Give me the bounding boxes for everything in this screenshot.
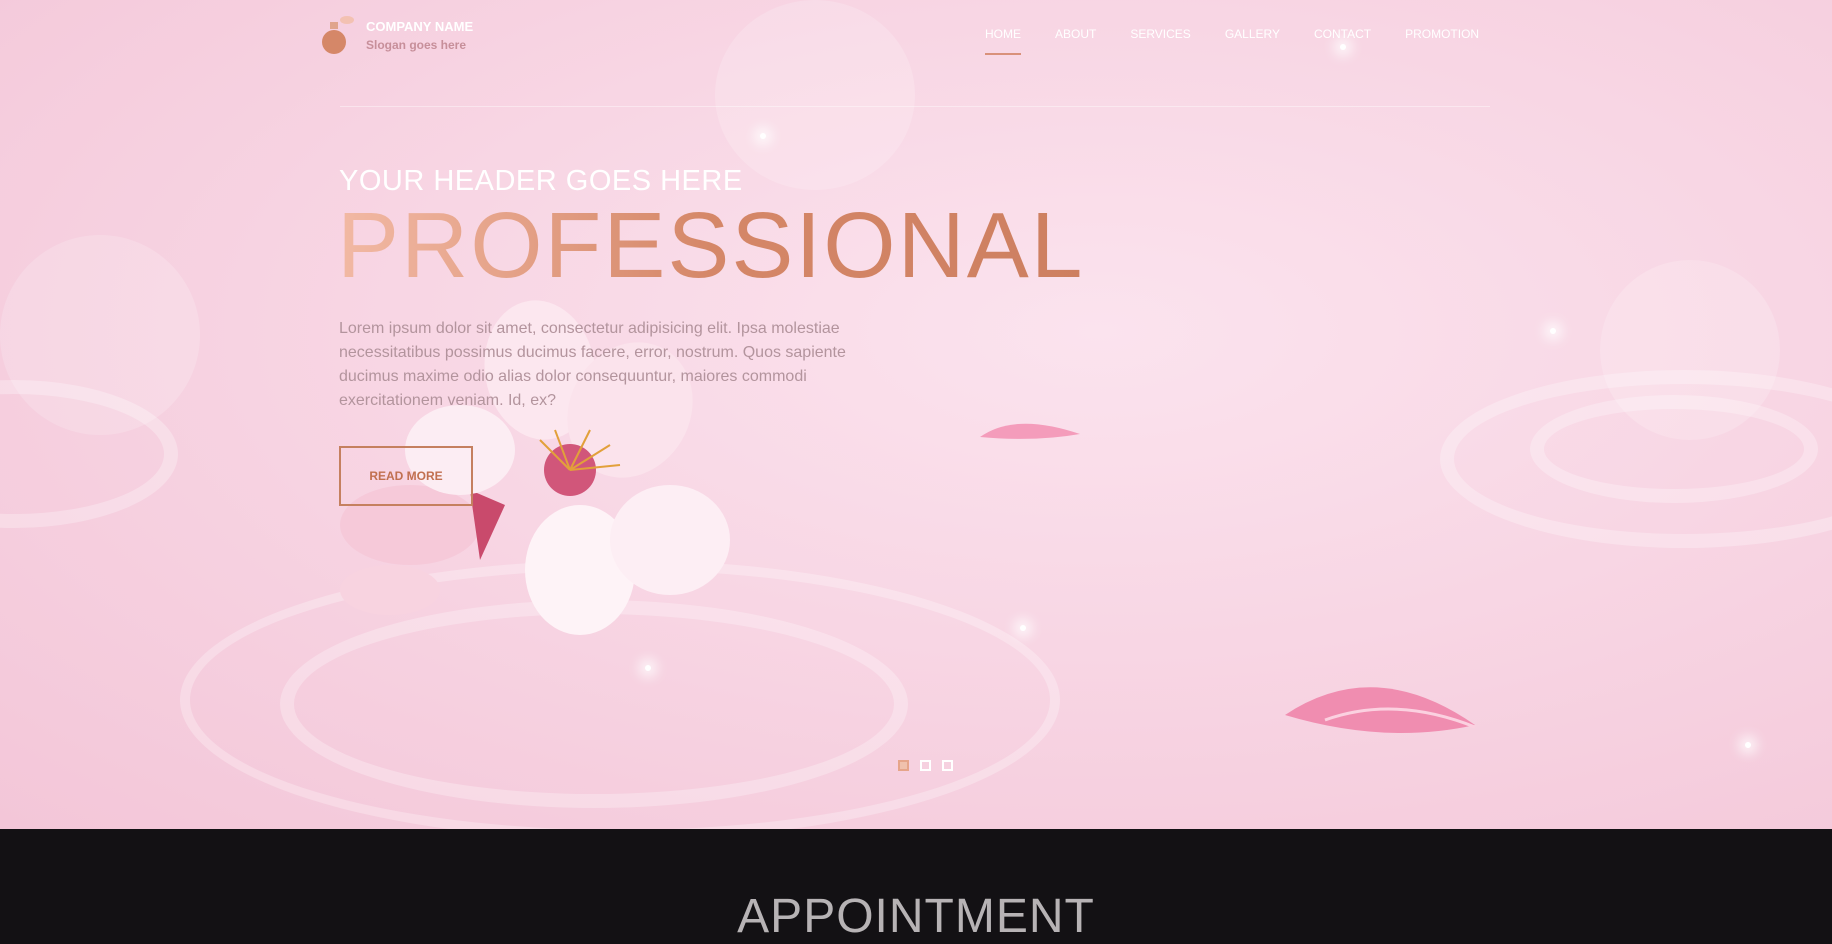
hero-body-text: Lorem ipsum dolor sit amet, consectetur …: [339, 320, 846, 409]
appointment-section: APPOINTMENT: [0, 829, 1832, 943]
nav-promotion[interactable]: PROMOTION: [1405, 27, 1479, 55]
slide-dot-3[interactable]: [942, 760, 953, 771]
appointment-heading: APPOINTMENT: [737, 890, 1095, 943]
nav-gallery[interactable]: GALLERY: [1225, 27, 1280, 55]
floating-petal: [1285, 687, 1476, 733]
bokeh-light: [1600, 260, 1780, 440]
sparkle: [760, 133, 766, 139]
floating-petal: [980, 423, 1080, 439]
header-divider: [340, 106, 1490, 107]
sparkle: [1020, 625, 1026, 631]
bokeh-light: [0, 235, 200, 435]
company-name: COMPANY NAME: [366, 18, 474, 34]
read-more-button[interactable]: READ MORE: [339, 446, 473, 506]
sparkle: [1550, 328, 1556, 334]
hero-title: PROFESSIONAL: [337, 193, 1085, 297]
nav-contact[interactable]: CONTACT: [1314, 27, 1371, 55]
nav-home[interactable]: HOME: [985, 27, 1021, 55]
perfume-bottle-icon: [322, 16, 354, 54]
slider-pagination: [898, 760, 964, 771]
brand-logo[interactable]: COMPANY NAME Slogan goes here: [322, 14, 473, 56]
company-slogan: Slogan goes here: [366, 37, 467, 52]
nav-about[interactable]: ABOUT: [1055, 27, 1096, 55]
main-navigation: HOME ABOUT SERVICES GALLERY CONTACT PROM…: [985, 27, 1513, 55]
bokeh-light: [715, 0, 915, 190]
slide-dot-2[interactable]: [920, 760, 931, 771]
nav-services[interactable]: SERVICES: [1130, 27, 1190, 55]
sparkle: [1745, 742, 1751, 748]
hero-section: COMPANY NAME Slogan goes here HOME ABOUT…: [0, 0, 1832, 829]
slide-dot-1[interactable]: [898, 760, 909, 771]
